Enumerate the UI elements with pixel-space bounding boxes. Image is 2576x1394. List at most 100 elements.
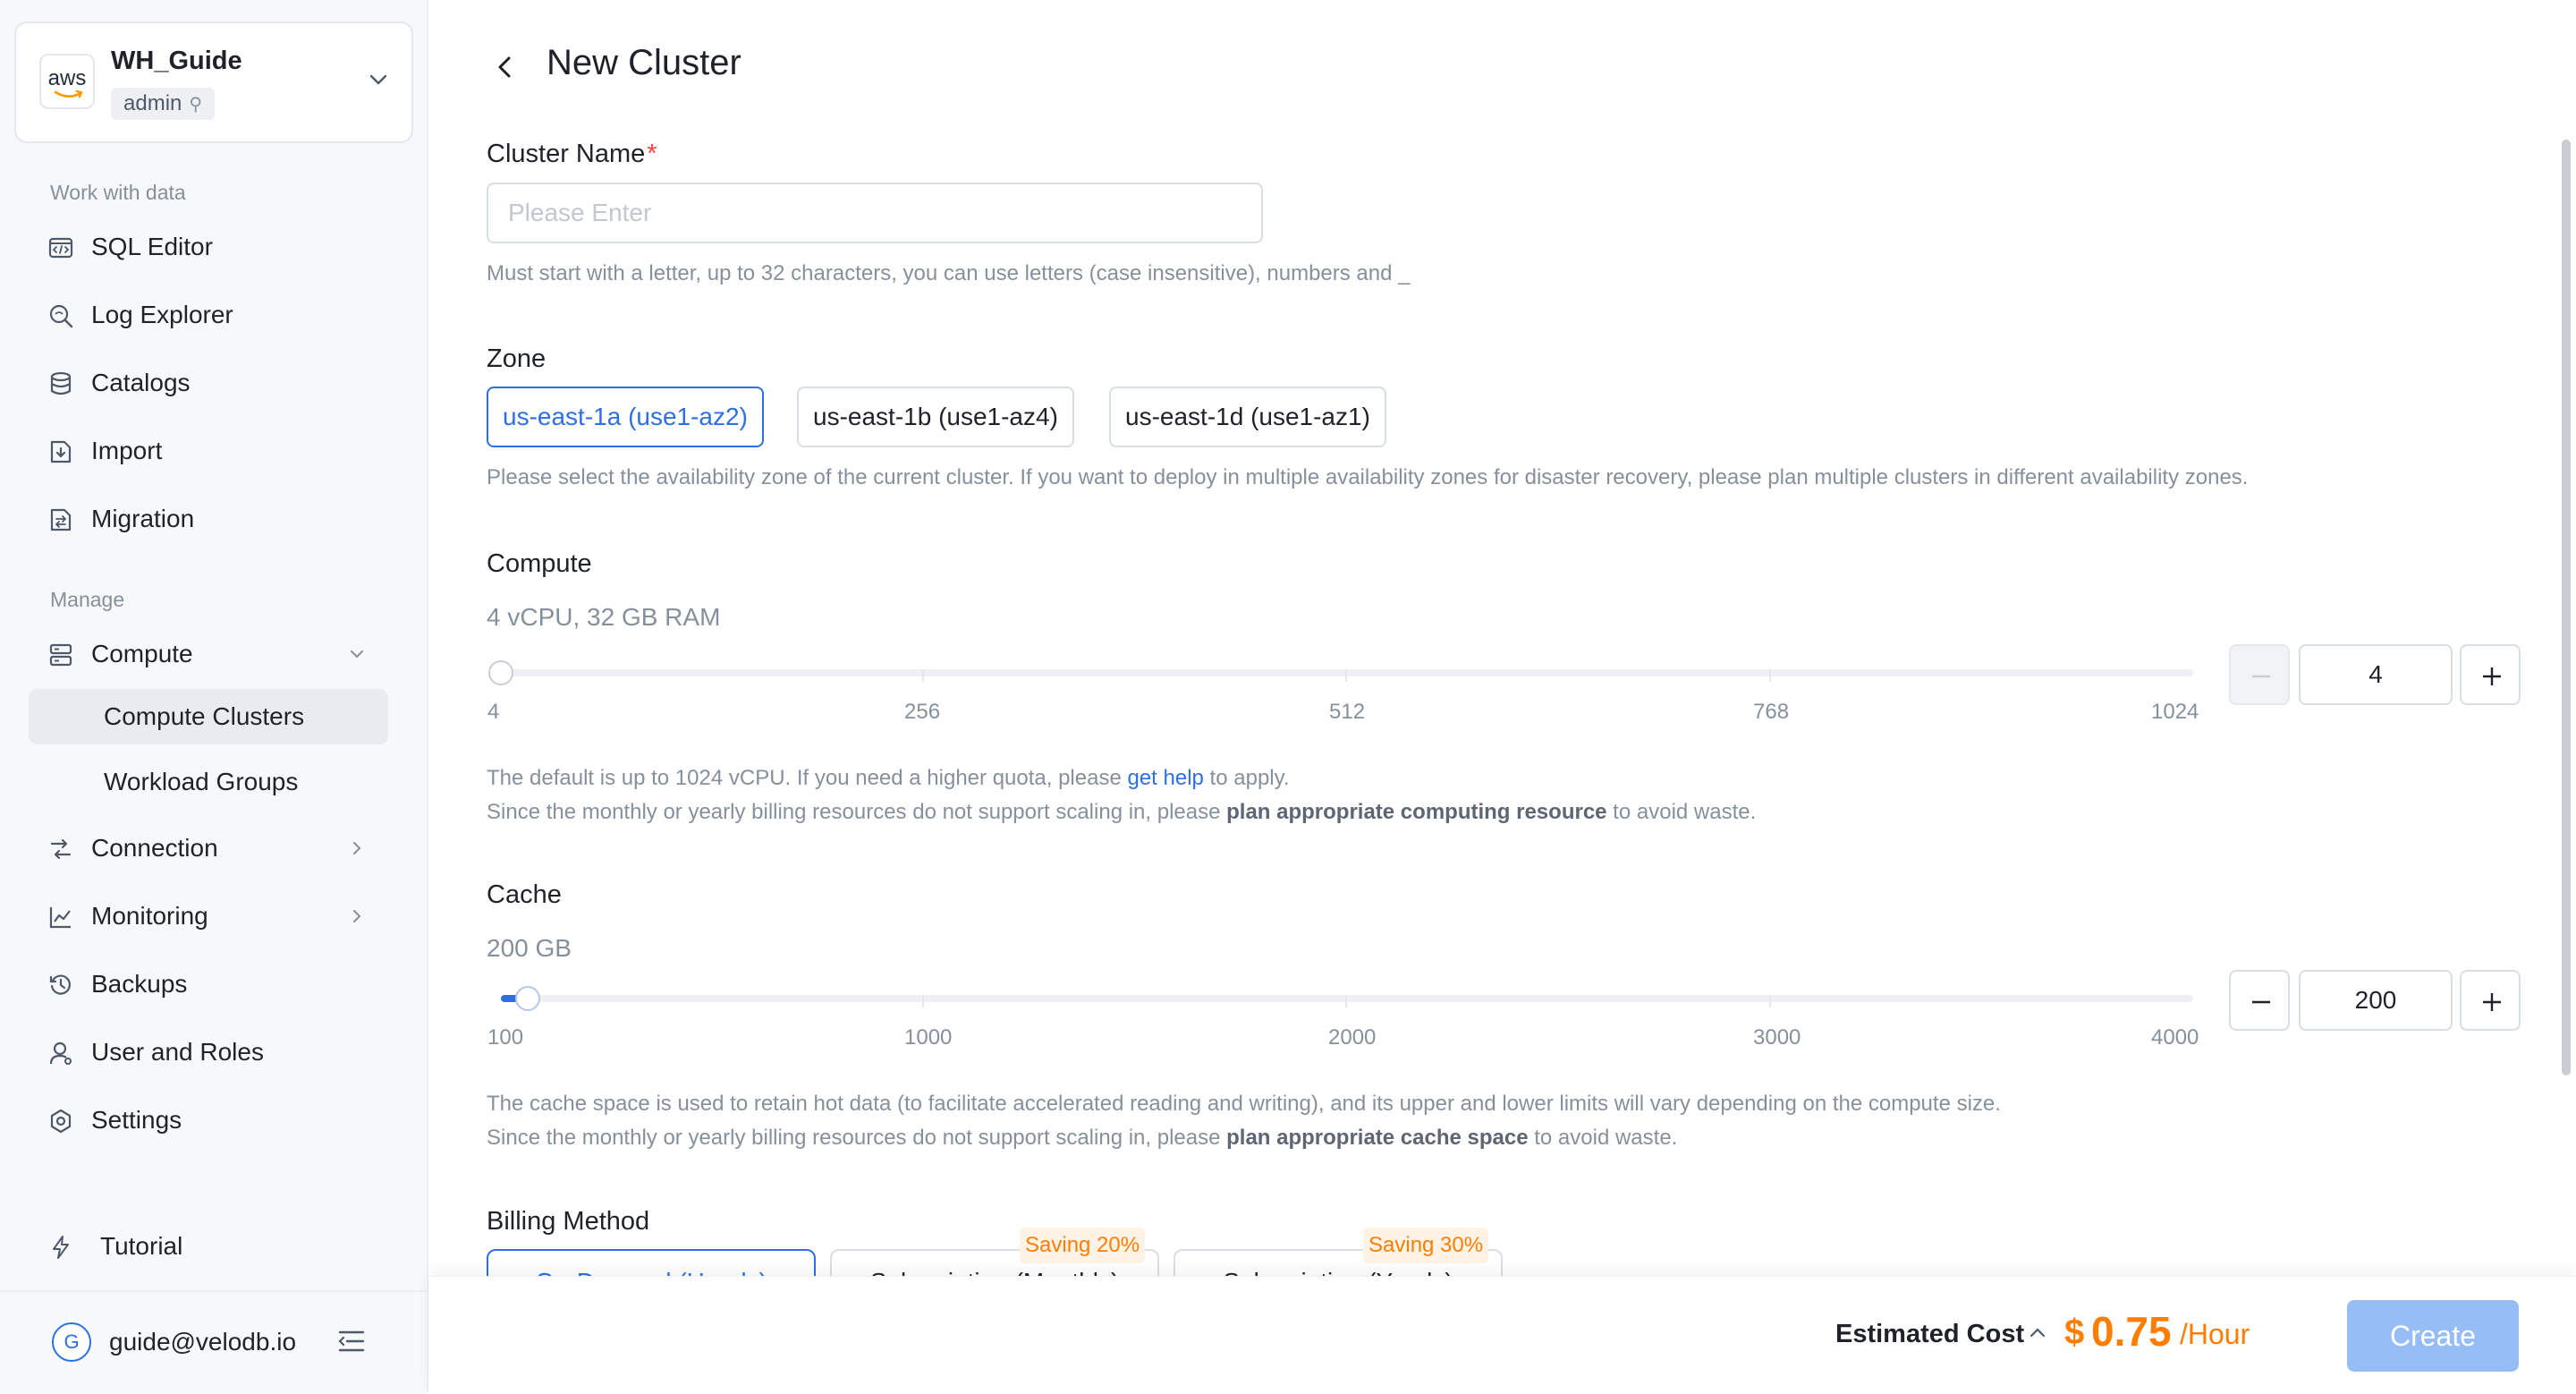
compute-increment-button[interactable]	[2460, 644, 2521, 705]
cache-decrement-button[interactable]	[2229, 970, 2290, 1031]
account-name: WH_Guide	[111, 47, 242, 75]
sidebar-item-settings[interactable]: Settings	[29, 1092, 388, 1148]
user-email[interactable]: guide@velodb.io	[109, 1322, 296, 1362]
slider-tick	[1769, 995, 1771, 1007]
compute-tick-label: 4	[487, 700, 500, 724]
cache-label: Cache	[487, 880, 562, 909]
zone-option-us-east-1d[interactable]: us-east-1d (use1-az1)	[1109, 387, 1386, 447]
sidebar-item-catalogs[interactable]: Catalogs	[29, 355, 388, 411]
scrollbar[interactable]	[2562, 140, 2571, 1075]
cache-summary: 200 GB	[487, 934, 572, 962]
slider-tick	[1769, 669, 1771, 682]
sidebar-item-monitoring[interactable]: Monitoring	[29, 888, 388, 944]
sidebar-item-workload-groups[interactable]: Workload Groups	[29, 754, 388, 810]
sidebar-item-migration[interactable]: Migration	[29, 491, 388, 547]
import-icon	[50, 440, 72, 463]
chevron-down-icon	[351, 650, 363, 659]
zone-label: Zone	[487, 344, 547, 373]
price-unit: /Hour	[2180, 1318, 2250, 1350]
billing-method-label: Billing Method	[487, 1207, 650, 1236]
sidebar-user-footer: G guide@velodb.io	[0, 1290, 427, 1394]
cache-tick-label: 3000	[1753, 1025, 1801, 1050]
chevron-right-icon	[353, 842, 361, 854]
aws-smile-icon	[54, 89, 83, 98]
section-work-with-data: Work with data	[50, 181, 186, 204]
cluster-name-label: Cluster Name*	[487, 140, 657, 168]
saving-badge-yearly: Saving 30%	[1363, 1228, 1489, 1263]
estimated-cost-label[interactable]: Estimated Cost	[1835, 1320, 2024, 1349]
cluster-name-input[interactable]	[487, 183, 1263, 243]
sql-editor-icon	[48, 237, 73, 259]
price-currency: $	[2064, 1313, 2085, 1352]
cache-hint-scaling: Since the monthly or yearly billing reso…	[487, 1126, 1678, 1150]
section-manage: Manage	[50, 588, 125, 611]
plus-icon	[2483, 667, 2501, 685]
sidebar-item-log-explorer[interactable]: Log Explorer	[29, 287, 388, 343]
compute-tick-label: 1024	[2151, 700, 2199, 724]
avatar[interactable]: G	[52, 1322, 91, 1362]
sidebar-item-connection[interactable]: Connection	[29, 820, 388, 876]
compute-tick-label: 256	[904, 700, 941, 724]
page-title: New Cluster	[547, 43, 741, 82]
sidebar-item-tutorial[interactable]: Tutorial	[29, 1219, 388, 1274]
compute-value-input[interactable]: 4	[2299, 644, 2453, 705]
compute-label: Compute	[487, 549, 592, 578]
chevron-down-icon[interactable]	[369, 73, 388, 86]
chart-icon	[49, 907, 71, 929]
get-help-link[interactable]: get help	[1127, 766, 1203, 790]
compute-summary: 4 vCPU, 32 GB RAM	[487, 603, 721, 631]
sidebar-item-backups[interactable]: Backups	[29, 956, 388, 1012]
cost-footer-bar: Estimated Cost $ 0.75 /Hour Create	[429, 1276, 2576, 1393]
saving-badge-monthly: Saving 20%	[1020, 1228, 1146, 1263]
cache-value-input[interactable]: 200	[2299, 970, 2453, 1031]
connection-icon	[50, 838, 72, 860]
cache-tick-label: 4000	[2151, 1025, 2199, 1050]
zone-option-us-east-1a[interactable]: us-east-1a (use1-az2)	[487, 387, 764, 447]
compute-hint-quota: The default is up to 1024 vCPU. If you n…	[487, 766, 1290, 790]
cache-hint-description: The cache space is used to retain hot da…	[487, 1092, 2001, 1116]
cache-slider-handle[interactable]	[515, 986, 540, 1011]
compute-tick-label: 768	[1753, 700, 1790, 724]
compute-slider-handle[interactable]	[488, 660, 513, 685]
lightning-icon	[53, 1236, 69, 1259]
sidebar-item-compute-clusters[interactable]: Compute Clusters	[29, 689, 388, 744]
chevron-right-icon	[353, 910, 361, 922]
cache-tick-label: 1000	[904, 1025, 953, 1050]
zone-option-us-east-1b[interactable]: us-east-1b (use1-az4)	[797, 387, 1074, 447]
back-arrow-icon[interactable]	[490, 52, 521, 82]
sidebar-item-import[interactable]: Import	[29, 423, 388, 479]
chevron-up-icon[interactable]	[2029, 1326, 2046, 1339]
aws-logo: aws	[39, 54, 95, 109]
account-role-badge: admin ⚲	[111, 88, 216, 120]
zone-hint: Please select the availability zone of t…	[487, 465, 2249, 489]
migration-icon	[50, 508, 72, 531]
sidebar-item-user-and-roles[interactable]: User and Roles	[29, 1024, 388, 1080]
key-icon: ⚲	[189, 95, 203, 115]
history-icon	[49, 974, 71, 995]
slider-tick	[922, 669, 924, 682]
create-button[interactable]: Create	[2347, 1300, 2519, 1372]
database-icon	[50, 371, 72, 395]
slider-tick	[1345, 995, 1347, 1007]
sidebar: aws WH_Guide admin ⚲ Work with data SQL E…	[0, 0, 428, 1394]
compute-tick-label: 512	[1329, 700, 1366, 724]
cache-slider[interactable]	[501, 986, 2193, 1011]
collapse-menu-icon[interactable]	[338, 1330, 365, 1353]
cluster-name-hint: Must start with a letter, up to 32 chara…	[487, 261, 1411, 285]
minus-icon	[2252, 675, 2270, 678]
settings-icon	[50, 1109, 72, 1134]
compute-hint-scaling: Since the monthly or yearly billing reso…	[487, 800, 1757, 824]
cache-tick-label: 2000	[1328, 1025, 1377, 1050]
user-icon	[49, 1041, 72, 1065]
sidebar-item-sql-editor[interactable]: SQL Editor	[29, 219, 388, 275]
slider-tick	[1345, 669, 1347, 682]
slider-tick	[922, 995, 924, 1007]
cache-increment-button[interactable]	[2460, 970, 2521, 1031]
sidebar-item-compute[interactable]: Compute	[29, 626, 388, 682]
compute-decrement-button[interactable]	[2229, 644, 2290, 705]
account-switcher[interactable]: aws WH_Guide admin ⚲	[14, 21, 413, 143]
compute-slider[interactable]	[488, 660, 2193, 685]
server-icon	[49, 643, 72, 667]
cache-tick-label: 100	[487, 1025, 524, 1050]
price-value: 0.75	[2091, 1308, 2172, 1355]
